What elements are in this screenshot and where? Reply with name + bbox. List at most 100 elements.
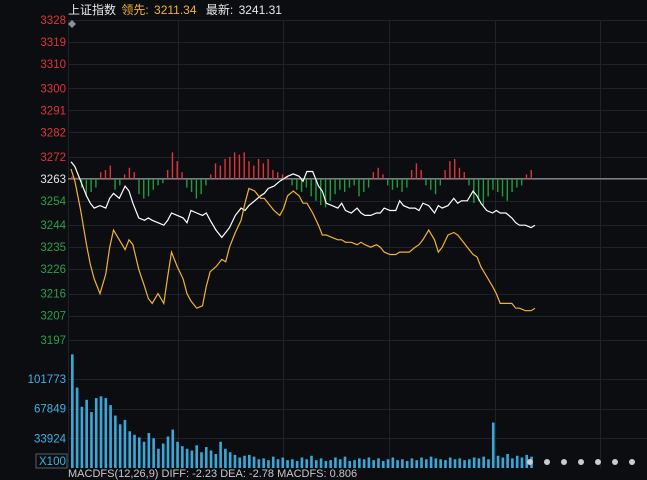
volume-bar	[109, 405, 112, 468]
scroll-dot	[561, 459, 567, 465]
chart-header: 上证指数 领先: 3211.34 最新: 3241.31	[68, 1, 284, 17]
volume-bar	[329, 460, 332, 468]
price-tick-label: 3226	[40, 264, 66, 276]
volume-bar	[133, 434, 136, 468]
price-tick-label: 3328	[40, 15, 66, 27]
leader-value: 3211.34	[154, 3, 197, 17]
scroll-dot	[527, 459, 533, 465]
volume-bar	[353, 460, 356, 468]
price-tick-label: 3244	[40, 220, 66, 232]
scroll-dot	[629, 459, 635, 465]
volume-bar	[314, 460, 318, 468]
price-tick-label: 3197	[40, 335, 66, 347]
leader-label: 领先:	[121, 3, 149, 17]
volume-bar	[224, 448, 227, 468]
volume-bar	[204, 447, 208, 468]
volume-bar	[415, 460, 419, 468]
scroll-dot	[595, 459, 601, 465]
price-tick-label: 3254	[40, 196, 66, 208]
volume-bar	[396, 460, 399, 468]
volume-bar	[472, 457, 476, 468]
scroll-dot	[578, 459, 584, 465]
volume-bar	[362, 459, 366, 468]
volume-bar	[386, 459, 390, 468]
volume-bar	[291, 459, 294, 468]
volume-bar	[228, 452, 232, 468]
volume-bar	[458, 458, 462, 468]
volume-bar	[137, 437, 141, 468]
volume-bar	[209, 450, 213, 468]
volume-bar	[420, 457, 423, 468]
price-tick-label: 3282	[40, 127, 66, 139]
volume-bar	[496, 455, 500, 468]
volume-bar	[128, 431, 132, 468]
leader-line	[70, 168, 536, 312]
volume-bar	[176, 441, 179, 468]
volume-bar	[377, 458, 380, 468]
volume-bar	[501, 457, 505, 468]
volume-bar	[439, 459, 442, 468]
volume-bar	[448, 457, 452, 468]
volume-tick-label: 33924	[34, 433, 67, 445]
price-tick-label: 3272	[40, 152, 66, 164]
volume-bar	[300, 457, 304, 468]
volume-bar	[405, 461, 409, 468]
indicator-row-text: MACDFS(12,26,9) DIFF: -2.23 DEA: -2.78 M…	[68, 468, 358, 480]
volume-bar	[161, 443, 165, 468]
volume-bar	[85, 399, 88, 468]
price-tick-label: 3319	[40, 37, 66, 49]
volume-bar	[238, 457, 242, 468]
volume-bar	[247, 454, 251, 468]
volume-bar	[334, 457, 337, 468]
price-tick-label: 3216	[40, 289, 66, 301]
volume-bar	[463, 460, 466, 468]
volume-bar	[281, 457, 285, 468]
volume-bar	[391, 457, 395, 468]
price-tick-label: 3310	[40, 59, 66, 71]
price-tick-label: 3207	[40, 311, 66, 323]
volume-bar	[118, 424, 122, 468]
volume-bar	[219, 441, 222, 468]
volume-bar	[477, 458, 481, 468]
volume-bar	[185, 448, 189, 468]
volume-bar	[252, 456, 256, 468]
volume-bar	[358, 458, 361, 468]
volume-unit-label: X100	[39, 456, 66, 468]
volume-bar	[372, 460, 375, 468]
volume-bar	[233, 454, 237, 468]
volume-bar	[434, 458, 438, 468]
volume-bar	[195, 445, 199, 468]
volume-bar	[286, 460, 289, 468]
volume-bar	[214, 454, 218, 468]
price-tick-label: 3263	[40, 174, 66, 186]
volume-bar	[243, 455, 246, 468]
price-axis: 3328 3319 3310 3300 3291 3282 3272 3263 3254 3244…	[40, 15, 66, 347]
volume-bar	[324, 461, 328, 468]
volume-bar	[319, 458, 323, 468]
volume-tick-label: 101773	[28, 374, 66, 386]
volume-bar	[338, 459, 342, 468]
volume-bar	[142, 441, 146, 468]
volume-bar	[157, 448, 160, 468]
volume-bar	[401, 459, 404, 468]
volume-bar	[367, 457, 371, 468]
volume-bar	[262, 458, 265, 468]
volume-bar	[305, 459, 309, 468]
latest-value: 3241.31	[238, 3, 282, 17]
volume-bar	[181, 446, 184, 468]
volume-axis: 101773 67849 33924 X100	[28, 374, 68, 469]
volume-bar	[444, 460, 447, 468]
latest-label: 最新:	[205, 3, 234, 17]
volume-bar	[257, 459, 261, 468]
volume-bar	[147, 433, 151, 468]
volume-bar	[453, 459, 457, 468]
indicator-row: MACDFS(12,26,9) DIFF: -2.23 DEA: -2.78 M…	[68, 468, 368, 480]
volume-bar	[99, 396, 103, 468]
volume-bar	[487, 459, 490, 468]
volume-bar	[271, 456, 275, 468]
volume-bar	[468, 459, 471, 468]
volume-bar	[75, 387, 79, 468]
volume-bar	[310, 455, 313, 468]
price-tick-label: 3291	[40, 105, 66, 117]
volume-bar	[152, 438, 155, 468]
